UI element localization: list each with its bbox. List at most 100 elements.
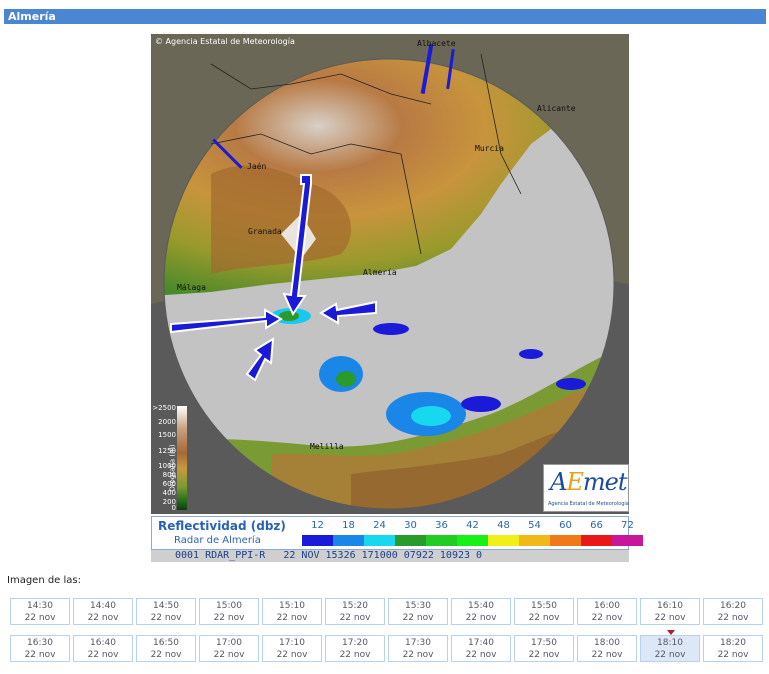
- date-label: 22 nov: [654, 613, 686, 623]
- date-label: 22 nov: [87, 650, 119, 660]
- logo-subtitle: Agencia Estatal de Meteorología: [548, 501, 629, 507]
- date-label: 22 nov: [465, 650, 497, 660]
- orography-level: 2000: [158, 418, 176, 426]
- time-label: 14:30: [27, 601, 53, 611]
- time-label: 16:40: [90, 638, 116, 648]
- time-button[interactable]: 14:30 22 nov: [10, 598, 70, 625]
- time-button[interactable]: 16:40 22 nov: [73, 635, 133, 662]
- time-label: 16:20: [720, 601, 746, 611]
- time-label: 17:00: [216, 638, 242, 648]
- time-button[interactable]: 18:20 22 nov: [703, 635, 763, 662]
- legend-value: 66: [590, 520, 603, 531]
- time-label: 17:30: [405, 638, 431, 648]
- radar-info-text: 0001 RDAR_PPI-R 22 NOV 15326 171000 0792…: [175, 550, 483, 561]
- time-label: 16:10: [657, 601, 683, 611]
- time-label: 16:30: [27, 638, 53, 648]
- time-button[interactable]: 15:50 22 nov: [514, 598, 574, 625]
- date-label: 22 nov: [402, 650, 434, 660]
- date-label: 22 nov: [339, 650, 371, 660]
- time-button[interactable]: 17:00 22 nov: [199, 635, 259, 662]
- radar-image: © Agencia Estatal de Meteorología Albace…: [151, 34, 629, 514]
- time-label: 17:50: [531, 638, 557, 648]
- legend-swatch: [519, 535, 550, 546]
- reflectivity-legend: Reflectividad (dbz) Radar de Almería 12 1…: [151, 516, 643, 550]
- time-label: 17:10: [279, 638, 305, 648]
- legend-values: 12 18 24 30 36 42 48 54 60 66 72: [302, 520, 643, 531]
- time-button[interactable]: 16:10 22 nov: [640, 598, 700, 625]
- time-label: 15:50: [531, 601, 557, 611]
- legend-value: 54: [528, 520, 541, 531]
- orography-title: Orografía (m): [168, 444, 177, 492]
- date-label: 22 nov: [213, 650, 245, 660]
- legend-value: 36: [435, 520, 448, 531]
- time-button[interactable]: 18:00 22 nov: [577, 635, 637, 662]
- date-label: 22 nov: [87, 613, 119, 623]
- time-button[interactable]: 15:40 22 nov: [451, 598, 511, 625]
- legend-swatch: [488, 535, 519, 546]
- legend-swatch: [364, 535, 395, 546]
- date-label: 22 nov: [591, 613, 623, 623]
- date-label: 22 nov: [150, 650, 182, 660]
- legend-swatch: [581, 535, 612, 546]
- time-label: 18:20: [720, 638, 746, 648]
- time-button[interactable]: 16:50 22 nov: [136, 635, 196, 662]
- images-caption: Imagen de las:: [7, 575, 81, 586]
- time-label: 18:10: [657, 638, 683, 648]
- time-button[interactable]: 15:00 22 nov: [199, 598, 259, 625]
- time-label: 15:30: [405, 601, 431, 611]
- date-label: 22 nov: [276, 650, 308, 660]
- legend-swatch: [612, 535, 643, 546]
- date-label: 22 nov: [717, 650, 749, 660]
- date-label: 22 nov: [24, 650, 56, 660]
- legend-value: 48: [497, 520, 510, 531]
- time-label: 14:40: [90, 601, 116, 611]
- time-button[interactable]: 16:20 22 nov: [703, 598, 763, 625]
- city-label: Alicante: [537, 104, 576, 113]
- city-label: Málaga: [177, 283, 206, 292]
- legend-value: 72: [621, 520, 634, 531]
- time-button[interactable]: 18:10 22 nov: [640, 630, 700, 662]
- date-label: 22 nov: [528, 613, 560, 623]
- date-label: 22 nov: [276, 613, 308, 623]
- legend-swatches: [302, 535, 643, 546]
- time-button[interactable]: 16:30 22 nov: [10, 635, 70, 662]
- time-button[interactable]: 14:40 22 nov: [73, 598, 133, 625]
- time-button[interactable]: 15:10 22 nov: [262, 598, 322, 625]
- city-label: Albacete: [417, 39, 456, 48]
- time-label: 14:50: [153, 601, 179, 611]
- time-label: 15:10: [279, 601, 305, 611]
- orography-gradient: [177, 406, 187, 510]
- page-title: Almería: [4, 9, 766, 24]
- copyright-text: © Agencia Estatal de Meteorología: [155, 37, 295, 46]
- legend-swatch: [302, 535, 333, 546]
- date-label: 22 nov: [150, 613, 182, 623]
- orography-level: 1500: [158, 431, 176, 439]
- date-label: 22 nov: [465, 613, 497, 623]
- time-label: 17:20: [342, 638, 368, 648]
- date-label: 22 nov: [591, 650, 623, 660]
- legend-swatch: [333, 535, 364, 546]
- date-label: 22 nov: [402, 613, 434, 623]
- legend-value: 42: [466, 520, 479, 531]
- date-label: 22 nov: [213, 613, 245, 623]
- time-button[interactable]: 17:30 22 nov: [388, 635, 448, 662]
- date-label: 22 nov: [654, 650, 686, 660]
- time-button[interactable]: 15:20 22 nov: [325, 598, 385, 625]
- time-button[interactable]: 17:10 22 nov: [262, 635, 322, 662]
- time-button[interactable]: 16:00 22 nov: [577, 598, 637, 625]
- time-button[interactable]: 17:40 22 nov: [451, 635, 511, 662]
- time-button[interactable]: 17:20 22 nov: [325, 635, 385, 662]
- time-button[interactable]: 15:30 22 nov: [388, 598, 448, 625]
- selected-marker-icon: [667, 630, 675, 635]
- time-button[interactable]: 17:50 22 nov: [514, 635, 574, 662]
- city-label: Almería: [363, 268, 397, 277]
- time-button[interactable]: 14:50 22 nov: [136, 598, 196, 625]
- orography-scale: >2500 2000 1500 1250 1000 800 600 400 20…: [152, 404, 188, 512]
- date-label: 22 nov: [339, 613, 371, 623]
- time-label: 15:40: [468, 601, 494, 611]
- orography-level: 0: [171, 504, 176, 512]
- city-label: Murcia: [475, 144, 504, 153]
- city-label: Granada: [248, 227, 282, 236]
- time-label: 16:50: [153, 638, 179, 648]
- orography-level: >2500: [152, 404, 176, 412]
